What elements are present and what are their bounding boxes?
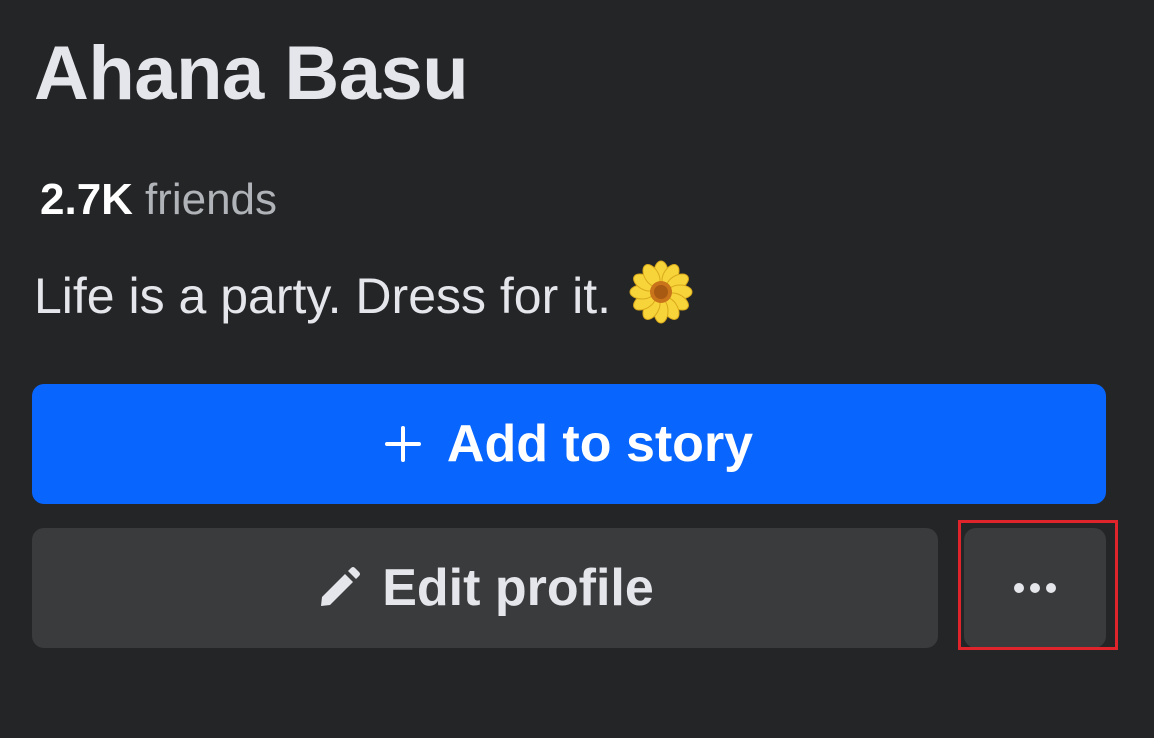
profile-name: Ahana Basu bbox=[34, 31, 469, 116]
profile-bio: Life is a party. Dress for it. bbox=[34, 260, 693, 328]
more-options-button[interactable] bbox=[964, 528, 1106, 648]
add-to-story-label: Add to story bbox=[446, 415, 754, 473]
pencil-icon bbox=[321, 567, 361, 606]
bio-text: Life is a party. Dress for it. bbox=[34, 268, 612, 324]
friends-label: friends bbox=[144, 175, 278, 224]
friends-count: 2.7K bbox=[40, 175, 133, 224]
edit-profile-label: Edit profile bbox=[382, 559, 654, 617]
friends-count-row[interactable]: 2.7K friends bbox=[40, 178, 277, 222]
add-to-story-button[interactable]: Add to story bbox=[32, 384, 1106, 504]
edit-profile-button[interactable]: Edit profile bbox=[32, 528, 938, 648]
flower-icon bbox=[629, 260, 693, 324]
more-options-icon bbox=[1014, 583, 1056, 593]
plus-icon bbox=[384, 426, 421, 462]
